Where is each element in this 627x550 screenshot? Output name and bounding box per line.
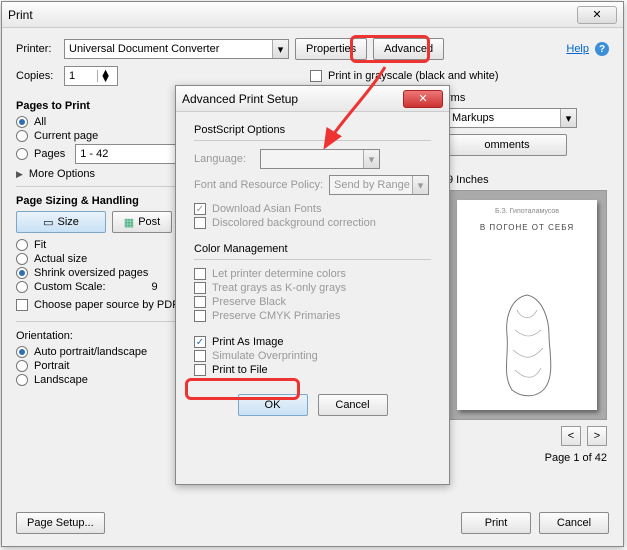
spinner-icon[interactable]: ▲▼	[97, 70, 113, 82]
preserve-cmyk-label: Preserve CMYK Primaries	[212, 310, 340, 322]
print-image-label: Print As Image	[212, 336, 284, 348]
treat-gray-check: Treat grays as K-only grays	[194, 282, 431, 294]
size-icon: ▭	[43, 216, 53, 229]
chevron-down-icon: ▾	[363, 150, 379, 168]
printer-value: Universal Document Converter	[69, 43, 219, 55]
copies-label: Copies:	[16, 70, 58, 82]
adv-titlebar: Advanced Print Setup ✕	[176, 86, 449, 112]
asian-label: Download Asian Fonts	[212, 203, 321, 215]
triangle-right-icon: ▶	[16, 169, 23, 180]
book-title: В ПОГОНЕ ОТ СЕБЯ	[465, 223, 589, 232]
custom-value: 9	[152, 281, 158, 293]
close-icon[interactable]: ✕	[577, 6, 617, 24]
grayscale-label: Print in grayscale (black and white)	[328, 70, 499, 82]
custom-label: Custom Scale:	[34, 281, 106, 293]
ok-button[interactable]: OK	[238, 394, 308, 416]
simulate-over-check: Simulate Overprinting	[194, 350, 431, 362]
printer-label: Printer:	[16, 43, 58, 55]
sim-over-label: Simulate Overprinting	[212, 350, 318, 362]
prev-page-button[interactable]: <	[561, 426, 581, 446]
pages-input[interactable]: 1 - 42	[75, 144, 185, 164]
chevron-down-icon: ▾	[272, 40, 288, 58]
titlebar: Print ✕	[2, 2, 623, 28]
language-label: Language:	[194, 153, 254, 165]
cancel-button[interactable]: Cancel	[539, 512, 609, 534]
poster-btn-label: Post	[138, 216, 160, 228]
ps-options-title: PostScript Options	[194, 124, 431, 136]
page-setup-button[interactable]: Page Setup...	[16, 512, 105, 534]
discolor-check: Discolored background correction	[194, 217, 431, 229]
help-link[interactable]: Help	[566, 43, 589, 55]
page-counter: Page 1 of 42	[447, 452, 607, 464]
adv-title: Advanced Print Setup	[182, 92, 403, 106]
pages-label: Pages	[34, 148, 65, 160]
print-button[interactable]: Print	[461, 512, 531, 534]
portrait-label: Portrait	[34, 360, 69, 372]
more-options-label: More Options	[29, 168, 95, 180]
landscape-label: Landscape	[34, 374, 88, 386]
sketch-icon	[477, 290, 577, 400]
policy-combo: Send by Range▾	[329, 175, 429, 195]
all-label: All	[34, 116, 46, 128]
window-title: Print	[8, 8, 577, 22]
markups-value: Markups	[452, 112, 494, 124]
chevron-down-icon: ▾	[560, 109, 576, 127]
let-printer-check: Let printer determine colors	[194, 268, 431, 280]
chevron-down-icon: ▾	[412, 176, 428, 194]
grayscale-check[interactable]: Print in grayscale (black and white)	[310, 70, 499, 82]
fit-label: Fit	[34, 239, 46, 251]
book-author: Б.З. Гипоталамусов	[465, 208, 589, 215]
comments-button[interactable]: omments	[447, 134, 567, 156]
poster-icon: ▦	[124, 216, 134, 229]
color-mgmt-title: Color Management	[194, 243, 431, 255]
asian-check: Download Asian Fonts	[194, 203, 431, 215]
policy-label: Font and Resource Policy:	[194, 179, 323, 191]
shrink-label: Shrink oversized pages	[34, 267, 148, 279]
preview-page: Б.З. Гипоталамусов В ПОГОНЕ ОТ СЕБЯ	[457, 200, 597, 410]
preserve-cmyk-check: Preserve CMYK Primaries	[194, 310, 431, 322]
treat-gray-label: Treat grays as K-only grays	[212, 282, 346, 294]
let-printer-label: Let printer determine colors	[212, 268, 346, 280]
poster-button[interactable]: ▦ Post	[112, 211, 172, 233]
advanced-dialog: Advanced Print Setup ✕ PostScript Option…	[175, 85, 450, 485]
size-button[interactable]: ▭ Size	[16, 211, 106, 233]
discolor-label: Discolored background correction	[212, 217, 376, 229]
print-as-image-check[interactable]: Print As Image	[194, 336, 431, 348]
print-file-label: Print to File	[212, 364, 268, 376]
preview-area: Б.З. Гипоталамусов В ПОГОНЕ ОТ СЕБЯ	[447, 190, 607, 420]
auto-orient-label: Auto portrait/landscape	[34, 346, 147, 358]
close-icon[interactable]: ✕	[403, 90, 443, 108]
preserve-black-label: Preserve Black	[212, 296, 286, 308]
copies-value: 1	[69, 70, 97, 82]
advanced-button[interactable]: Advanced	[373, 38, 444, 60]
help-icon[interactable]: ?	[595, 42, 609, 56]
properties-button[interactable]: Properties	[295, 38, 367, 60]
current-label: Current page	[34, 130, 98, 142]
policy-value: Send by Range	[334, 179, 410, 191]
dimensions-label: 9 Inches	[447, 174, 607, 186]
print-to-file-check[interactable]: Print to File	[194, 364, 431, 376]
language-combo: ▾	[260, 149, 380, 169]
actual-label: Actual size	[34, 253, 87, 265]
choose-paper-label: Choose paper source by PDF p	[34, 299, 188, 311]
preserve-black-check: Preserve Black	[194, 296, 431, 308]
next-page-button[interactable]: >	[587, 426, 607, 446]
copies-input[interactable]: 1 ▲▼	[64, 66, 118, 86]
size-btn-label: Size	[58, 216, 79, 228]
printer-combo[interactable]: Universal Document Converter ▾	[64, 39, 289, 59]
markups-combo[interactable]: Markups ▾	[447, 108, 577, 128]
adv-cancel-button[interactable]: Cancel	[318, 394, 388, 416]
pages-range: 1 - 42	[80, 148, 108, 160]
